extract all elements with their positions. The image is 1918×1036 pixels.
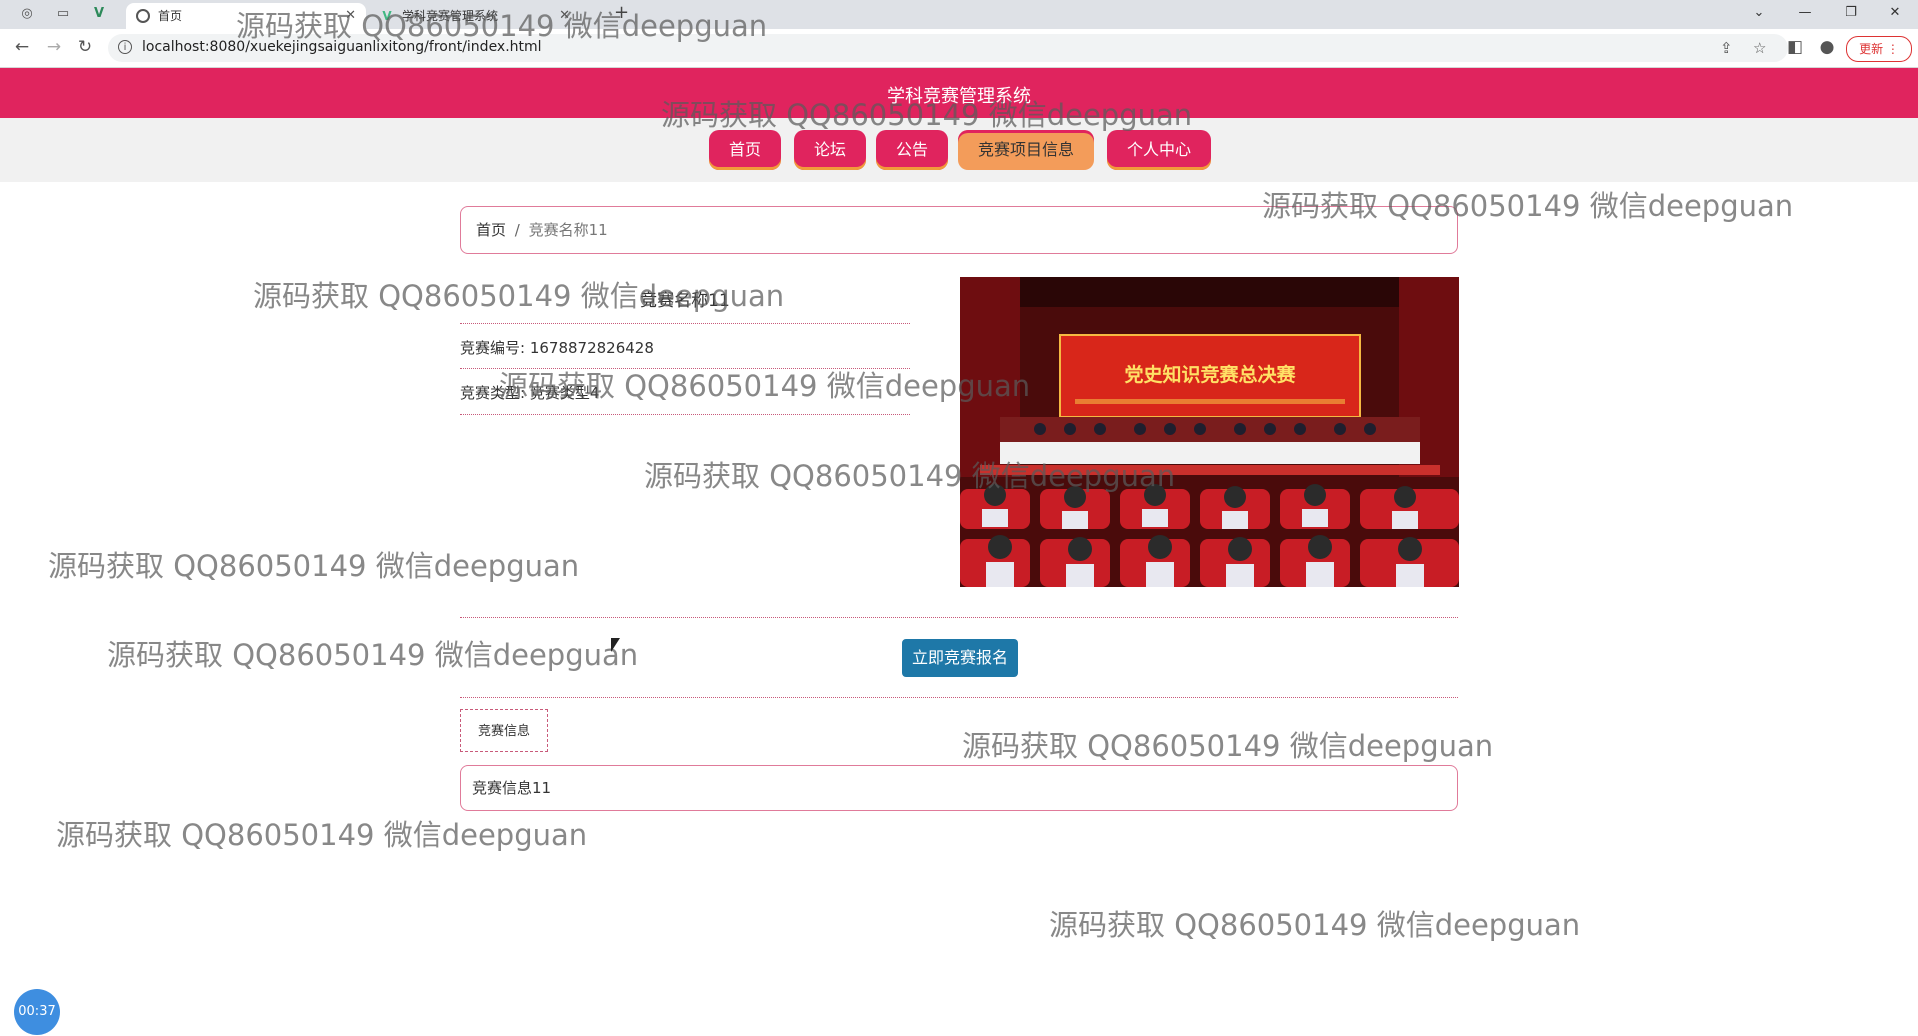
- divider: [460, 368, 910, 369]
- restore-icon[interactable]: ❐: [1828, 0, 1874, 29]
- address-bar: ← → ↻ i localhost:8080/xuekejingsaiguanl…: [0, 29, 1918, 68]
- site-title: 学科竞赛管理系统: [887, 86, 1031, 107]
- divider: [460, 323, 910, 324]
- back-icon[interactable]: ←: [11, 37, 33, 57]
- competition-number: 竞赛编号: 1678872826428: [460, 339, 654, 357]
- divider: [460, 414, 910, 415]
- site-header: 学科竞赛管理系统: [0, 68, 1918, 118]
- new-tab-button[interactable]: +: [614, 2, 629, 23]
- tab-groups-icon[interactable]: ▭: [54, 5, 72, 23]
- tab-title: 学科竞赛管理系统: [402, 9, 499, 23]
- browser-tab-system[interactable]: V 学科竞赛管理系统 ✕: [370, 3, 580, 29]
- recording-timer: 00:37: [14, 989, 60, 1035]
- browser-tab-bar: ◎ ▭ V 首页 ✕ V 学科竞赛管理系统 ✕ + ⌄ — ❐ ✕: [0, 0, 1918, 29]
- main-nav: 首页 论坛 公告 竞赛项目信息 个人中心: [0, 118, 1918, 182]
- nav-personal-center[interactable]: 个人中心: [1107, 130, 1211, 170]
- competition-image: 党史知识竞赛总决赛: [960, 277, 1459, 587]
- competition-name: 竞赛名称11: [640, 291, 730, 311]
- browser-update-button[interactable]: 更新 ⋮: [1846, 36, 1912, 62]
- nav-announcements[interactable]: 公告: [876, 130, 948, 170]
- reload-icon[interactable]: ↻: [74, 37, 96, 57]
- url-text[interactable]: localhost:8080/xuekejingsaiguanlixitong/…: [142, 39, 542, 55]
- share-icon[interactable]: ⇪: [1720, 39, 1733, 57]
- url-field[interactable]: i localhost:8080/xuekejingsaiguanlixiton…: [108, 34, 1788, 62]
- profile-icon[interactable]: ●: [1816, 37, 1838, 57]
- breadcrumb-home[interactable]: 首页: [476, 221, 506, 239]
- vue-extension-icon[interactable]: V: [90, 5, 108, 23]
- watermark: 源码获取 QQ86050149 微信deepguan: [56, 818, 588, 852]
- side-panel-icon[interactable]: ◧: [1784, 37, 1806, 57]
- tab-list-icon[interactable]: ⌄: [1736, 0, 1782, 29]
- breadcrumb: 首页 / 竞赛名称11: [460, 206, 1458, 254]
- bookmark-star-icon[interactable]: ☆: [1753, 39, 1766, 57]
- competition-type: 竞赛类型: 竞赛类型4: [460, 384, 600, 402]
- competition-info-content: 竞赛信息11: [460, 765, 1458, 811]
- nav-forum[interactable]: 论坛: [794, 130, 866, 170]
- divider: [460, 697, 1458, 698]
- close-tab-icon[interactable]: ✕: [345, 3, 356, 29]
- mouse-cursor-icon: [611, 638, 620, 652]
- update-label: 更新: [1859, 42, 1884, 56]
- globe-icon: [136, 9, 150, 23]
- watermark: 源码获取 QQ86050149 微信deepguan: [962, 729, 1494, 763]
- watermark: 源码获取 QQ86050149 微信deepguan: [48, 549, 580, 583]
- banner-text: 党史知识竞赛总决赛: [1124, 363, 1296, 386]
- watermark: 源码获取 QQ86050149 微信deepguan: [1049, 908, 1581, 942]
- watermark: 源码获取 QQ86050149 微信deepguan: [107, 638, 639, 672]
- tab-competition-info[interactable]: 竞赛信息: [460, 709, 548, 752]
- breadcrumb-separator: /: [514, 221, 520, 239]
- divider: [460, 617, 1458, 618]
- browser-tab-home[interactable]: 首页 ✕: [126, 3, 366, 29]
- site-info-icon[interactable]: i: [118, 40, 132, 54]
- breadcrumb-current: 竞赛名称11: [528, 221, 608, 239]
- forward-icon[interactable]: →: [43, 37, 65, 57]
- nav-competition-projects[interactable]: 竞赛项目信息: [958, 130, 1094, 170]
- close-tab-icon[interactable]: ✕: [559, 3, 570, 29]
- tab-title: 首页: [158, 9, 183, 23]
- close-window-icon[interactable]: ✕: [1872, 0, 1918, 29]
- tab-search-icon[interactable]: ◎: [18, 5, 36, 23]
- vue-favicon-icon: V: [382, 9, 392, 23]
- minimize-icon[interactable]: —: [1782, 0, 1828, 29]
- nav-home[interactable]: 首页: [709, 130, 781, 170]
- signup-button[interactable]: 立即竞赛报名: [902, 639, 1018, 677]
